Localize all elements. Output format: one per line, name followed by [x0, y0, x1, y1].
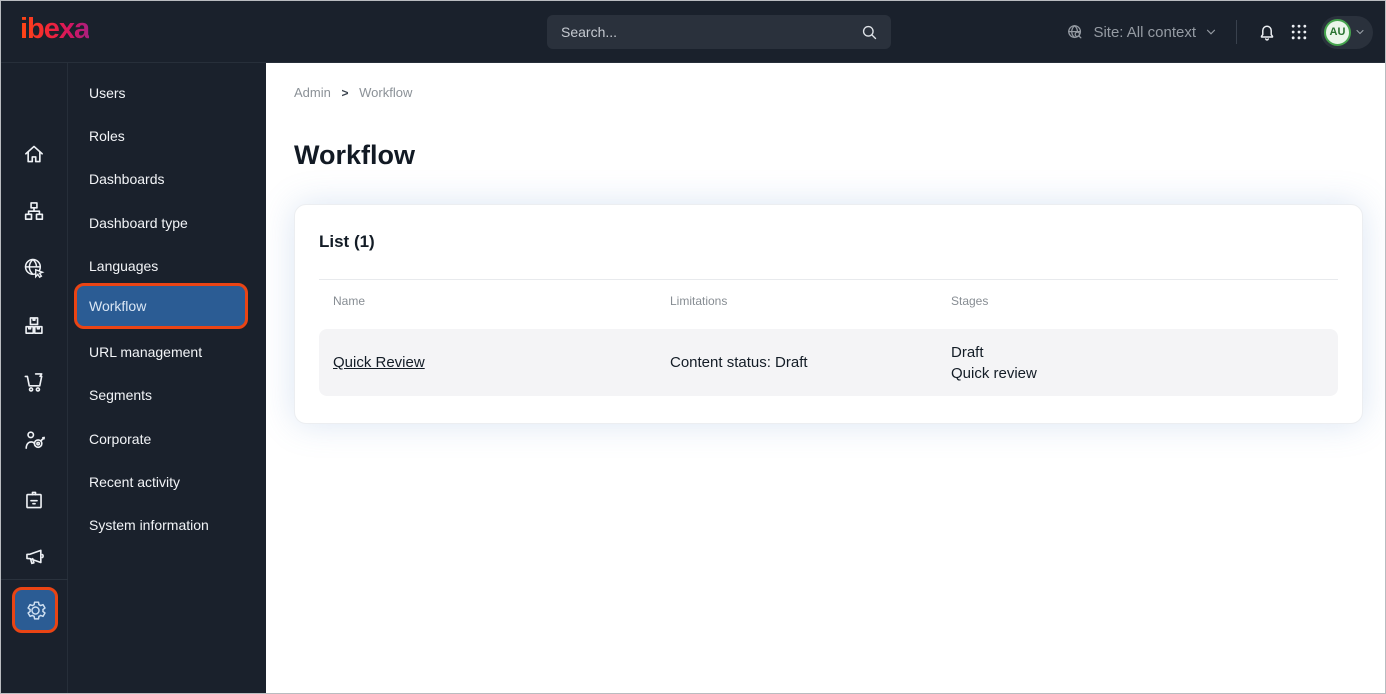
sidebar-item-label: Recent activity: [89, 473, 181, 490]
app-switcher-button[interactable]: [1283, 16, 1315, 48]
nav-commerce[interactable]: [14, 362, 54, 402]
stage-item: Draft: [951, 343, 984, 361]
products-boxes-icon: [21, 312, 47, 338]
site-globe-icon: [21, 255, 47, 281]
nav-marketing[interactable]: [14, 536, 54, 576]
sidebar-item-dashboard-type[interactable]: Dashboard type: [74, 201, 248, 244]
bell-icon: [1256, 21, 1278, 43]
site-context-dropdown[interactable]: Site: All context: [1065, 22, 1218, 42]
workflow-list-card: List (1) Name Limitations Stages Quick R…: [294, 204, 1363, 424]
sidebar-item-languages[interactable]: Languages: [74, 244, 248, 287]
stage-item: Quick review: [951, 364, 1037, 382]
topbar-divider: [1236, 20, 1237, 44]
sidebar-item-users[interactable]: Users: [74, 71, 248, 114]
breadcrumb: Admin > Workflow: [294, 85, 412, 100]
sidebar-item-label: Workflow: [89, 298, 147, 314]
sidebar-item-url-management[interactable]: URL management: [74, 330, 248, 373]
search-input[interactable]: [559, 23, 860, 41]
cart-icon: [21, 369, 47, 395]
id-badge-icon: [21, 487, 47, 513]
sidebar-item-recent-activity[interactable]: Recent activity: [74, 460, 248, 503]
site-context-globe-icon: [1065, 22, 1085, 42]
chevron-down-icon: [1204, 25, 1218, 39]
workflow-limitations: Content status: Draft: [670, 354, 808, 371]
sidebar-item-workflow[interactable]: Workflow: [74, 283, 248, 329]
site-context-label: Site: All context: [1093, 23, 1196, 41]
rail-divider: [1, 579, 68, 580]
column-header-stages: Stages: [951, 294, 989, 308]
nav-customers[interactable]: [14, 420, 54, 460]
workflow-stages: Draft Quick review: [937, 342, 1338, 384]
sidebar-item-corporate[interactable]: Corporate: [74, 417, 248, 460]
nav-corporate[interactable]: [14, 480, 54, 520]
card-divider: [319, 279, 1338, 280]
sidebar-item-label: Segments: [89, 386, 153, 403]
user-menu[interactable]: AU: [1321, 15, 1373, 49]
user-menu-chevron-icon: [1354, 26, 1366, 38]
list-card-title: List (1): [319, 232, 375, 251]
sidebar-item-label: Roles: [89, 127, 125, 144]
sidebar-item-label: Corporate: [89, 430, 152, 447]
gear-icon: [23, 598, 48, 623]
notifications-button[interactable]: [1251, 16, 1283, 48]
table-row: Quick Review Content status: Draft Draft…: [319, 329, 1338, 396]
grid-icon: [1289, 22, 1309, 42]
search-icon: [860, 23, 879, 42]
main-nav-rail: [1, 63, 68, 693]
global-search[interactable]: [547, 15, 891, 49]
sidebar-item-label: System information: [89, 516, 209, 533]
avatar: AU: [1324, 18, 1351, 46]
table-header-row: Name Limitations Stages: [319, 294, 1338, 308]
nav-products[interactable]: [14, 305, 54, 345]
sidebar-item-label: URL management: [89, 343, 203, 360]
sidebar-item-label: Dashboard type: [89, 214, 188, 231]
home-icon: [21, 141, 47, 167]
content-tree-icon: [21, 198, 47, 224]
nav-content-tree[interactable]: [14, 191, 54, 231]
sidebar-item-system-information[interactable]: System information: [74, 503, 248, 546]
megaphone-icon: [21, 543, 47, 569]
column-header-name: Name: [333, 294, 366, 308]
sidebar-item-dashboards[interactable]: Dashboards: [74, 157, 248, 200]
ibexa-admin-screen: ibexa Site: All context: [0, 0, 1386, 694]
breadcrumb-separator: >: [341, 86, 349, 100]
sidebar-item-segments[interactable]: Segments: [74, 373, 248, 416]
page-title: Workflow: [294, 140, 415, 170]
main-content: Admin > Workflow Workflow List (1) Name …: [266, 63, 1385, 693]
top-bar: ibexa Site: All context: [1, 1, 1385, 63]
sidebar-item-label: Dashboards: [89, 170, 165, 187]
breadcrumb-admin[interactable]: Admin: [294, 85, 331, 100]
audience-target-icon: [21, 427, 47, 453]
workflow-name-link[interactable]: Quick Review: [333, 354, 425, 371]
ibexa-logo[interactable]: ibexa: [20, 13, 90, 46]
column-header-limitations: Limitations: [670, 294, 728, 308]
nav-dashboard-home[interactable]: [14, 134, 54, 174]
sidebar-item-label: Users: [89, 84, 126, 101]
topbar-right-cluster: Site: All context AU: [1065, 1, 1373, 63]
nav-site[interactable]: [14, 248, 54, 288]
admin-sidebar: Users Roles Dashboards Dashboard type La…: [68, 63, 266, 693]
breadcrumb-workflow: Workflow: [359, 85, 413, 100]
sidebar-item-label: Languages: [89, 257, 159, 274]
nav-admin-settings[interactable]: [12, 587, 58, 633]
sidebar-item-roles[interactable]: Roles: [74, 114, 248, 157]
